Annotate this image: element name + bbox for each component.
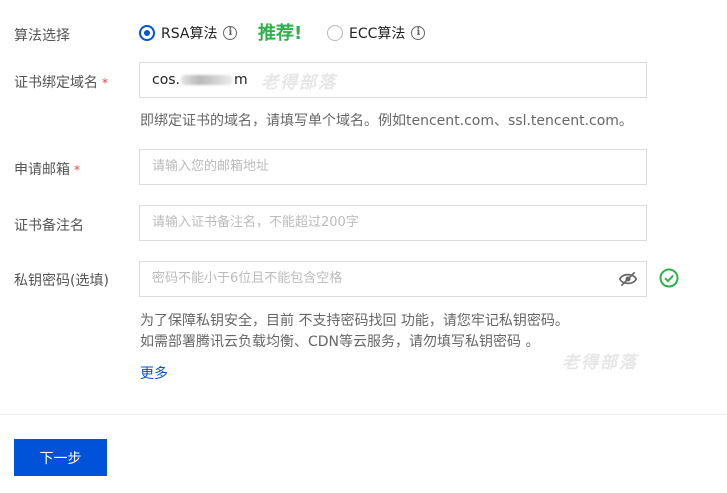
domain-input[interactable]: cos. m [139, 62, 647, 98]
private-key-help-line2: 如需部署腾讯云负载均衡、CDN等云服务，请勿填写私钥密码 。 [140, 334, 540, 350]
domain-help-text: 即绑定证书的域名，请填写单个域名。例如tencent.com、ssl.tence… [140, 113, 633, 129]
watermark: 老得部落 [261, 73, 337, 93]
radio-ecc[interactable]: ECC算法 i [327, 22, 426, 44]
radio-ecc-label: ECC算法 [349, 26, 406, 42]
domain-label: 证书绑定域名 * [14, 72, 108, 92]
more-link[interactable]: 更多 [140, 363, 168, 383]
email-label-text: 申请邮箱 [14, 162, 70, 178]
email-label: 申请邮箱 * [14, 159, 80, 179]
radio-rsa-label: RSA算法 [161, 26, 218, 42]
remark-label: 证书备注名 [14, 218, 84, 234]
domain-label-text: 证书绑定域名 [14, 75, 98, 91]
info-icon[interactable]: i [411, 26, 426, 40]
private-key-input[interactable]: 密码不能小于6位且不能包含空格 [139, 261, 647, 297]
email-input[interactable]: 请输入您的邮箱地址 [139, 149, 647, 185]
radio-checked-icon [139, 25, 155, 41]
eye-hidden-icon[interactable] [618, 270, 638, 288]
radio-rsa[interactable]: RSA算法 i [139, 22, 238, 44]
private-key-placeholder: 密码不能小于6位且不能包含空格 [152, 271, 343, 286]
watermark: 老得部落 [562, 353, 638, 373]
remark-input[interactable]: 请输入证书备注名，不能超过200字 [139, 205, 647, 241]
required-mark: * [74, 163, 80, 177]
radio-unchecked-icon [327, 25, 343, 41]
redacted-text [181, 75, 234, 85]
private-key-label: 私钥密码(选填) [14, 273, 109, 289]
next-step-button[interactable]: 下一步 [14, 439, 107, 476]
required-mark: * [102, 76, 108, 90]
private-key-help-line1: 为了保障私钥安全，目前 不支持密码找回 功能，请您牢记私钥密码。 [140, 313, 569, 329]
recommend-tag: 推荐! [258, 23, 303, 44]
divider [0, 414, 727, 415]
info-icon[interactable]: i [223, 26, 238, 40]
check-circle-icon [659, 268, 679, 288]
algorithm-label: 算法选择 [14, 28, 70, 44]
domain-value-suffix: m [234, 72, 248, 88]
domain-value-prefix: cos. [152, 72, 181, 88]
